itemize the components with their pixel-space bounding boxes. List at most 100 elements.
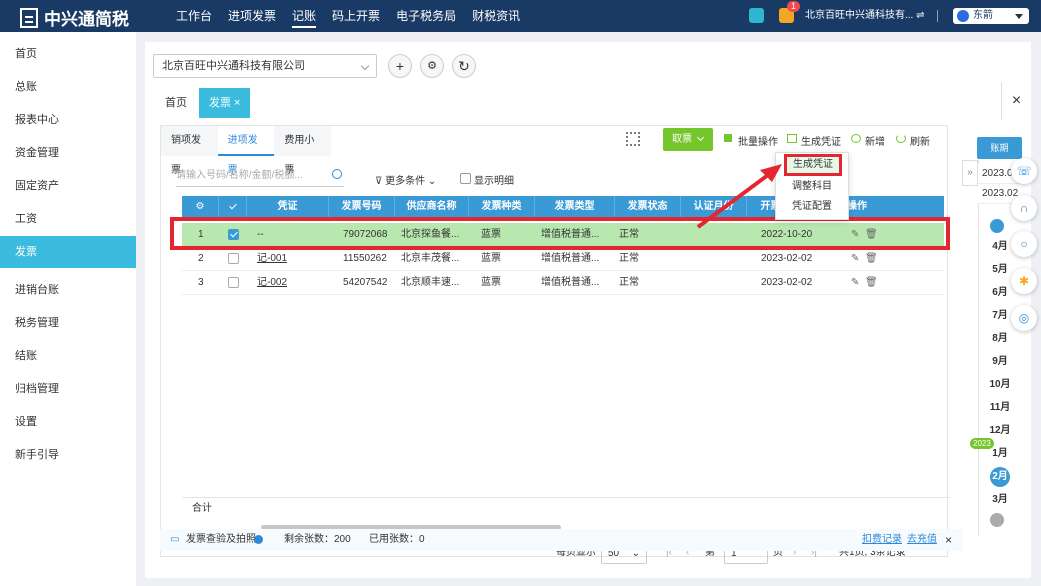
col-kind[interactable]: 发票种类 bbox=[469, 196, 535, 218]
tab-sales-invoice[interactable]: 销项发票 bbox=[161, 126, 218, 176]
sidebar-item-home[interactable]: 首页 bbox=[0, 32, 136, 65]
search-icon[interactable] bbox=[332, 169, 342, 179]
col-cert-month[interactable]: 认证月份 bbox=[681, 196, 747, 218]
nav-workbench[interactable]: 工作台 bbox=[176, 0, 212, 32]
divider bbox=[937, 10, 938, 22]
tab-invoice[interactable]: 发票 × bbox=[199, 88, 251, 118]
top-nav: 工作台 进项发票 记账 码上开票 电子税务局 财税资讯 bbox=[176, 0, 536, 32]
nav-bookkeeping[interactable]: 记账 bbox=[292, 0, 317, 32]
sidebar-item-invoice[interactable]: 发票 bbox=[0, 236, 136, 268]
qr-code-icon[interactable] bbox=[626, 132, 640, 146]
sidebar-item-reports[interactable]: 报表中心 bbox=[0, 98, 136, 131]
nav-invoicing[interactable]: 码上开票 bbox=[332, 0, 380, 32]
sidebar-item-closing[interactable]: 结账 bbox=[0, 334, 136, 367]
plus-circle-icon bbox=[851, 134, 861, 143]
sidebar-item-assets[interactable]: 固定资产 bbox=[0, 164, 136, 197]
row-checkbox[interactable] bbox=[228, 252, 239, 264]
header-settings[interactable]: ⚙ bbox=[182, 196, 219, 218]
nav-input-invoice[interactable]: 进项发票 bbox=[228, 0, 276, 32]
chat-icon[interactable]: ○ bbox=[1011, 231, 1037, 257]
table-row[interactable]: 1 -- 79072068 北京探鱼餐... 蓝票 增值税普通... 正常 20… bbox=[182, 223, 944, 247]
show-detail-checkbox[interactable]: 显示明细 bbox=[460, 172, 514, 187]
month-item[interactable]: 8月 bbox=[978, 327, 1022, 350]
sidebar-item-guide[interactable]: 新手引导 bbox=[0, 433, 136, 466]
select-all-checkbox[interactable] bbox=[227, 200, 238, 212]
company-select[interactable]: 北京百旺中兴通科技有限公司 bbox=[153, 54, 377, 78]
invoice-check-link[interactable]: 发票查验及拍照 bbox=[186, 529, 256, 551]
add-button[interactable]: 新增 bbox=[851, 133, 885, 148]
tab-expense-receipt[interactable]: 费用小票 bbox=[274, 126, 332, 176]
row-voucher-link[interactable]: 记-002 bbox=[257, 277, 287, 288]
col-type[interactable]: 发票类型 bbox=[535, 196, 615, 218]
phone-icon[interactable]: ☏ bbox=[1011, 158, 1037, 184]
sync-icon[interactable] bbox=[749, 8, 764, 23]
month-item[interactable]: 11月 bbox=[978, 396, 1022, 419]
app-title: 中兴通简税 bbox=[44, 10, 129, 29]
edit-icon[interactable]: ✎ bbox=[851, 229, 859, 240]
col-supplier[interactable]: 供应商名称 bbox=[395, 196, 469, 218]
user-menu[interactable]: 东箭 bbox=[953, 8, 1029, 24]
dropdown-voucher-config[interactable]: 凭证配置 bbox=[776, 197, 848, 217]
recharge-link[interactable]: 去充值 bbox=[907, 529, 937, 551]
row-checkbox[interactable] bbox=[228, 276, 239, 288]
charge-records-link[interactable]: 扣费记录 bbox=[862, 529, 902, 551]
delete-icon[interactable]: 🗑 bbox=[865, 277, 878, 288]
sidebar-item-funds[interactable]: 资金管理 bbox=[0, 131, 136, 164]
sidebar-item-sales-ledger[interactable]: 进销台账 bbox=[0, 268, 136, 301]
close-tabs-button[interactable]: × bbox=[1001, 82, 1031, 120]
more-conditions-button[interactable]: ⊽ 更多条件 ⌄ bbox=[375, 172, 436, 187]
fetch-invoice-button[interactable]: 取票 bbox=[663, 128, 713, 151]
star-icon[interactable]: ✱ bbox=[1011, 268, 1037, 294]
month-item-selected[interactable]: 2月 bbox=[978, 465, 1022, 488]
col-status[interactable]: 发票状态 bbox=[615, 196, 681, 218]
headset-icon[interactable]: ∩ bbox=[1011, 195, 1037, 221]
close-footer-button[interactable]: × bbox=[945, 529, 952, 551]
row-number: 54207542 bbox=[343, 277, 388, 288]
sidebar-item-settings[interactable]: 设置 bbox=[0, 400, 136, 433]
current-company[interactable]: 北京百旺中兴通科技有... ⇌ bbox=[805, 0, 925, 32]
dropdown-generate-highlight[interactable]: 生成凭证 bbox=[784, 154, 842, 176]
remaining-count: 剩余张数：200 bbox=[284, 534, 351, 545]
header-select-all[interactable] bbox=[219, 196, 247, 218]
row-voucher-link[interactable]: 记-001 bbox=[257, 253, 287, 264]
nav-news[interactable]: 财税资讯 bbox=[472, 0, 520, 32]
wechat-icon[interactable]: ◎ bbox=[1011, 305, 1037, 331]
delete-icon[interactable]: 🗑 bbox=[865, 253, 878, 264]
edit-icon[interactable]: ✎ bbox=[851, 277, 859, 288]
sidebar-item-tax[interactable]: 税务管理 bbox=[0, 301, 136, 334]
dropdown-adjust-subject[interactable]: 调整科目 bbox=[776, 177, 848, 197]
settings-button[interactable]: ⚙ bbox=[420, 54, 444, 78]
tab-input-invoice[interactable]: 进项发票 bbox=[217, 126, 275, 176]
generate-voucher-button[interactable]: 生成凭证 bbox=[787, 133, 841, 148]
col-number[interactable]: 发票号码 bbox=[329, 196, 395, 218]
table-row[interactable]: 3 记-002 54207542 北京顺丰速... 蓝票 增值税普通... 正常… bbox=[182, 271, 944, 295]
nav-tax-bureau[interactable]: 电子税务局 bbox=[396, 0, 456, 32]
row-supplier: 北京丰茂餐... bbox=[401, 253, 460, 264]
row-number: 79072068 bbox=[343, 229, 388, 240]
month-item[interactable]: 3月 bbox=[978, 488, 1022, 511]
edit-icon[interactable]: ✎ bbox=[851, 253, 859, 264]
month-item[interactable]: 9月 bbox=[978, 350, 1022, 373]
col-voucher[interactable]: 凭证 bbox=[247, 196, 329, 218]
main-area: 北京百旺中兴通科技有限公司 + ⚙ ↻ 首页 发票 × × 销项发票 进项发票 … bbox=[145, 42, 1031, 578]
tab-home[interactable]: 首页 bbox=[153, 88, 199, 118]
expand-panel-button[interactable]: » bbox=[962, 160, 978, 186]
delete-icon[interactable]: 🗑 bbox=[865, 229, 878, 240]
month-item[interactable]: 10月 bbox=[978, 373, 1022, 396]
search-input[interactable]: 请输入号码/名称/金额/税额... bbox=[176, 167, 344, 187]
invoice-subtabs: 销项发票 进项发票 费用小票 bbox=[161, 126, 332, 176]
selected-month[interactable]: 2月 bbox=[990, 467, 1010, 487]
period-button[interactable]: 账期 bbox=[977, 137, 1022, 159]
refresh-company-button[interactable]: ↻ bbox=[452, 54, 476, 78]
used-count: 已用张数：0 bbox=[369, 534, 425, 545]
add-company-button[interactable]: + bbox=[388, 54, 412, 78]
sidebar-item-salary[interactable]: 工资 bbox=[0, 197, 136, 230]
sidebar-item-archive[interactable]: 归档管理 bbox=[0, 367, 136, 400]
table-row[interactable]: 2 记-001 11550262 北京丰茂餐... 蓝票 增值税普通... 正常… bbox=[182, 247, 944, 271]
row-checkbox[interactable] bbox=[228, 228, 239, 240]
info-icon[interactable] bbox=[254, 535, 263, 544]
sidebar-item-ledger[interactable]: 总账 bbox=[0, 65, 136, 98]
refresh-button[interactable]: 刷新 bbox=[896, 133, 930, 148]
scroll-down-icon[interactable] bbox=[990, 513, 1004, 527]
batch-operation-button[interactable]: 批量操作 bbox=[724, 133, 778, 148]
